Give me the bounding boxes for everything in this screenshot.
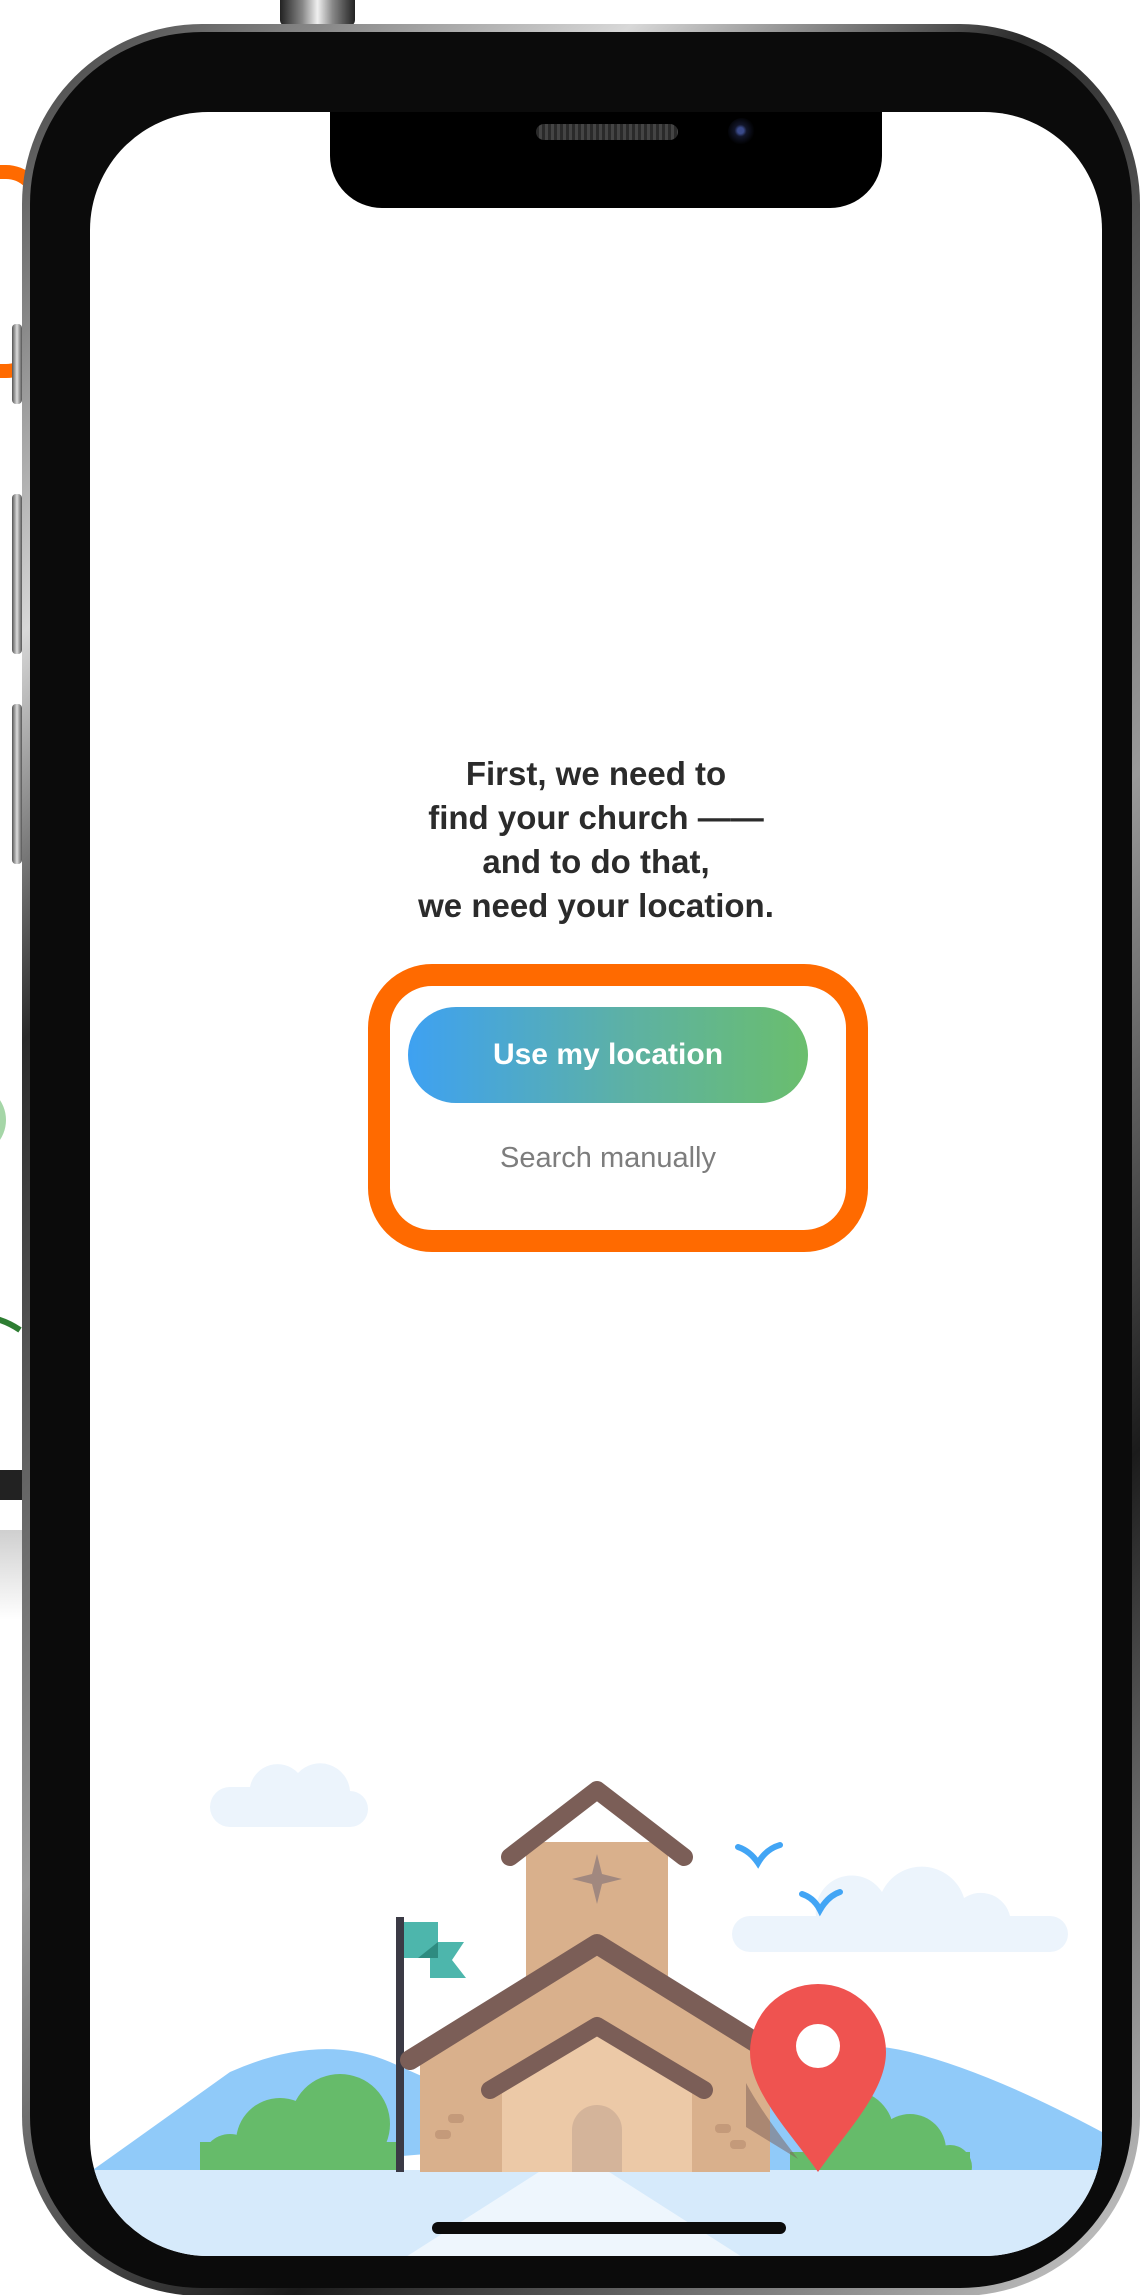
notch	[330, 112, 882, 208]
cloud-icon	[210, 1763, 368, 1827]
church-door	[572, 2105, 622, 2172]
message-line: and to do that,	[482, 843, 710, 880]
home-indicator[interactable]	[432, 2222, 786, 2234]
volume-down-button	[12, 704, 22, 864]
church-illustration	[90, 1763, 1102, 2256]
location-prompt-message: First, we need to find your church —— an…	[90, 752, 1102, 928]
cloud-icon	[732, 1866, 1068, 1952]
device-connector	[280, 0, 355, 26]
earpiece-speaker	[536, 124, 678, 140]
background-illustration-fragment	[0, 1100, 22, 1333]
phone-screen: First, we need to find your church —— an…	[90, 112, 1102, 2256]
use-my-location-button[interactable]: Use my location	[408, 1007, 808, 1103]
message-line: we need your location.	[418, 887, 774, 924]
message-line: find your church ——	[428, 799, 764, 836]
mute-switch	[12, 324, 22, 404]
volume-up-button	[12, 494, 22, 654]
message-line: First, we need to	[465, 755, 727, 792]
front-camera	[728, 118, 756, 146]
screenshot-canvas: First, we need to find your church —— an…	[0, 0, 1145, 2295]
bird-icon	[735, 1842, 783, 1869]
phone-frame: First, we need to find your church —— an…	[12, 24, 1140, 2295]
search-manually-link[interactable]: Search manually	[408, 1142, 808, 1175]
